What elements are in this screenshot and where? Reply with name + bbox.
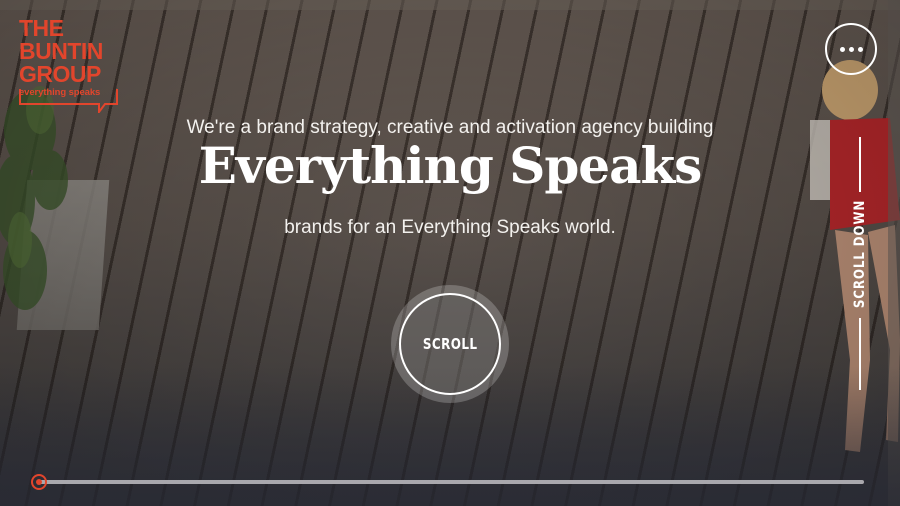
video-progress-handle[interactable] xyxy=(31,474,47,490)
logo-line-1: THE xyxy=(19,15,64,41)
video-progress-track[interactable] xyxy=(38,480,864,484)
menu-button[interactable] xyxy=(825,23,877,75)
more-horizontal-icon xyxy=(839,46,845,52)
logo-line-2: BUNTIN xyxy=(19,38,103,64)
scroll-down-link[interactable]: SCROLL DOWN xyxy=(852,190,868,317)
more-horizontal-icon xyxy=(848,46,854,52)
brand-logo[interactable]: THE BUNTIN GROUP everything speaks xyxy=(19,15,129,113)
scroll-button-label: SCROLL xyxy=(422,335,478,353)
scroll-down-label: SCROLL DOWN xyxy=(852,199,868,309)
speech-bubble-icon xyxy=(19,89,118,113)
hero-headline: Everything Speaks xyxy=(198,136,703,195)
more-horizontal-icon xyxy=(857,46,863,52)
hero-subline: brands for an Everything Speaks world. xyxy=(284,217,616,238)
progress-handle-dot-icon xyxy=(36,479,42,485)
scroll-button-halo[interactable]: SCROLL xyxy=(391,285,509,403)
scroll-down-line-top xyxy=(859,137,861,192)
scroll-button[interactable]: SCROLL xyxy=(399,293,501,395)
scroll-down-line-bottom xyxy=(859,318,861,390)
hero-video-section: THE BUNTIN GROUP everything speaks We're… xyxy=(0,0,900,506)
logo-line-3: GROUP xyxy=(19,61,101,87)
